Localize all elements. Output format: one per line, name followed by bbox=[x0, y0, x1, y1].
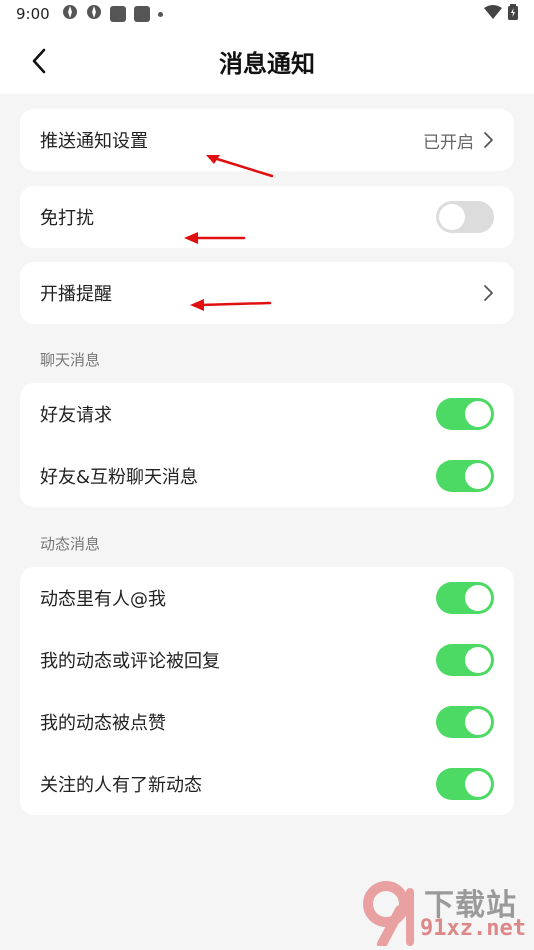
live-reminder-card: 开播提醒 bbox=[20, 262, 514, 324]
wifi-icon bbox=[484, 5, 502, 23]
do-not-disturb-row: 免打扰 bbox=[20, 186, 514, 248]
status-time: 9:00 bbox=[16, 5, 50, 23]
do-not-disturb-toggle[interactable] bbox=[436, 201, 494, 233]
mention-toggle[interactable] bbox=[436, 582, 494, 614]
friend-request-toggle[interactable] bbox=[436, 398, 494, 430]
chevron-left-icon bbox=[32, 48, 46, 74]
friend-chat-row: 好友&互粉聊天消息 bbox=[20, 445, 514, 507]
friend-chat-toggle[interactable] bbox=[436, 460, 494, 492]
battery-icon bbox=[508, 4, 518, 24]
chevron-right-icon bbox=[484, 132, 493, 148]
dnd-card: 免打扰 bbox=[20, 186, 514, 248]
do-not-disturb-label: 免打扰 bbox=[40, 208, 94, 229]
chevron-right-icon bbox=[484, 285, 493, 301]
live-reminder-row[interactable]: 开播提醒 bbox=[20, 262, 514, 324]
like-row: 我的动态被点赞 bbox=[20, 691, 514, 753]
app-header: 消息通知 bbox=[0, 28, 534, 94]
following-update-toggle[interactable] bbox=[436, 768, 494, 800]
mention-row: 动态里有人@我 bbox=[20, 567, 514, 629]
notification-icon bbox=[62, 4, 78, 24]
status-bar: 9:00 bbox=[0, 0, 534, 28]
following-update-label: 关注的人有了新动态 bbox=[40, 775, 202, 796]
following-update-row: 关注的人有了新动态 bbox=[20, 753, 514, 815]
app-notification-icon bbox=[109, 6, 126, 22]
notification-icon bbox=[86, 4, 102, 24]
back-button[interactable] bbox=[24, 46, 54, 76]
reply-label: 我的动态或评论被回复 bbox=[40, 651, 220, 672]
like-toggle[interactable] bbox=[436, 706, 494, 738]
friend-chat-label: 好友&互粉聊天消息 bbox=[40, 467, 199, 488]
reply-toggle[interactable] bbox=[436, 644, 494, 676]
friend-request-row: 好友请求 bbox=[20, 383, 514, 445]
mention-label: 动态里有人@我 bbox=[40, 589, 166, 610]
app-notification-icon bbox=[133, 6, 150, 22]
push-settings-card: 推送通知设置 已开启 bbox=[20, 109, 514, 171]
watermark-logo: 下载站 91xz.net bbox=[360, 878, 530, 948]
feed-section-title: 动态消息 bbox=[40, 535, 101, 553]
more-notifications-icon bbox=[157, 11, 163, 17]
push-notification-settings-label: 推送通知设置 bbox=[40, 131, 148, 152]
chat-section-title: 聊天消息 bbox=[40, 351, 101, 369]
like-label: 我的动态被点赞 bbox=[40, 713, 166, 734]
friend-request-label: 好友请求 bbox=[40, 405, 112, 426]
feed-settings-card: 动态里有人@我 我的动态或评论被回复 我的动态被点赞 关注的人有了新动态 bbox=[20, 567, 514, 815]
push-notification-settings-row[interactable]: 推送通知设置 已开启 bbox=[20, 109, 514, 171]
watermark-url: 91xz.net bbox=[420, 916, 526, 941]
page-title: 消息通知 bbox=[219, 49, 315, 78]
reply-row: 我的动态或评论被回复 bbox=[20, 629, 514, 691]
live-reminder-label: 开播提醒 bbox=[40, 284, 112, 305]
chat-settings-card: 好友请求 好友&互粉聊天消息 bbox=[20, 383, 514, 507]
watermark-logo-icon bbox=[363, 881, 414, 946]
push-status-text: 已开启 bbox=[423, 132, 474, 153]
